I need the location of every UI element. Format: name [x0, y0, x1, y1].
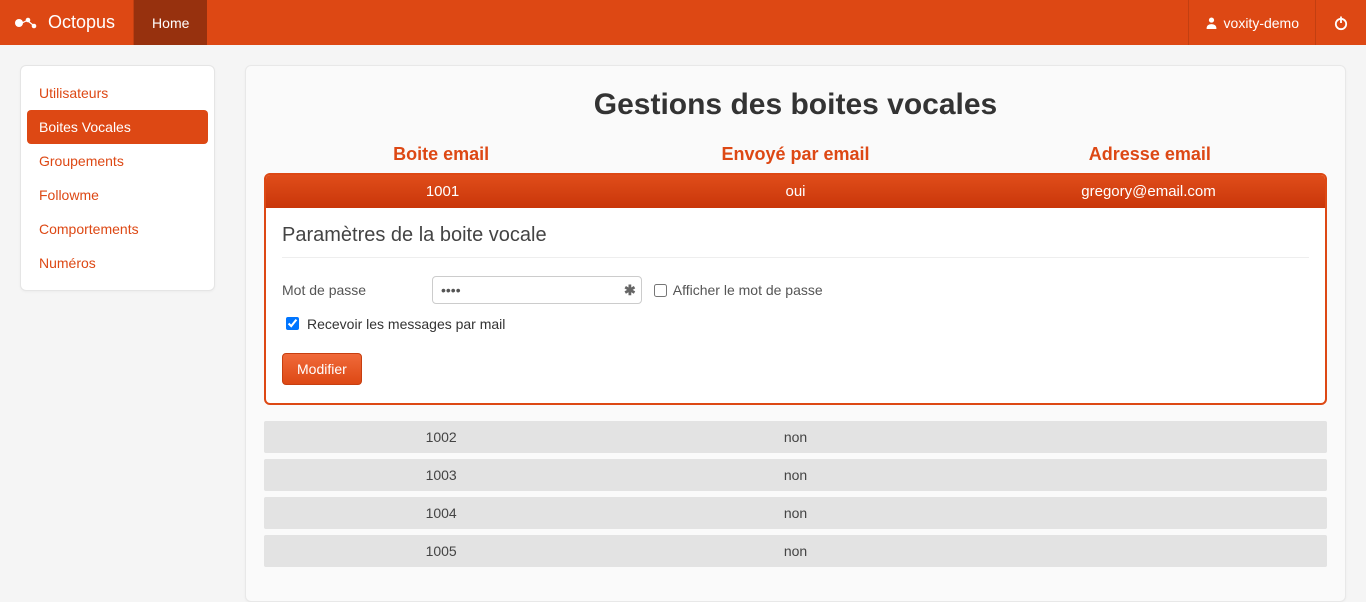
voicemail-settings-body: Paramètres de la boite vocale Mot de pas…	[266, 208, 1325, 403]
voicemail-cell-box: 1002	[264, 421, 618, 453]
modify-button-label: Modifier	[297, 361, 347, 377]
voicemail-rows: 1002non1003non1004non1005non	[264, 421, 1327, 567]
selected-box: 1001	[266, 175, 619, 208]
show-password-wrapper[interactable]: Afficher le mot de passe	[650, 281, 823, 300]
voicemail-cell-address	[973, 497, 1327, 529]
voicemail-cell-address	[973, 535, 1327, 567]
nav-home[interactable]: Home	[134, 0, 207, 45]
header-sent: Envoyé par email	[618, 144, 972, 165]
voicemail-cell-sent: non	[618, 497, 972, 529]
password-row: Mot de passe ✱ Afficher le mot de passe	[282, 276, 1309, 304]
brand-label: Octopus	[48, 12, 115, 33]
voicemail-cell-box: 1003	[264, 459, 618, 491]
selected-address: gregory@email.com	[972, 175, 1325, 208]
navbar-spacer	[207, 0, 1187, 45]
power-icon	[1333, 15, 1349, 31]
column-headers: Boite email Envoyé par email Adresse ema…	[264, 144, 1327, 165]
selected-sent: oui	[619, 175, 972, 208]
voicemail-cell-box: 1005	[264, 535, 618, 567]
header-box: Boite email	[264, 144, 618, 165]
voicemail-row[interactable]: 1005non	[264, 535, 1327, 567]
main-panel: Gestions des boites vocales Boite email …	[245, 65, 1346, 602]
brand-logo-icon	[14, 14, 40, 32]
voicemail-cell-sent: non	[618, 421, 972, 453]
sidebar-item-followme[interactable]: Followme	[21, 178, 214, 212]
voicemail-cell-sent: non	[618, 535, 972, 567]
voicemail-row[interactable]: 1002non	[264, 421, 1327, 453]
show-password-checkbox[interactable]	[654, 284, 667, 297]
voicemail-row[interactable]: 1004non	[264, 497, 1327, 529]
voicemail-cell-box: 1004	[264, 497, 618, 529]
password-label: Mot de passe	[282, 282, 432, 298]
nav-home-label: Home	[152, 15, 189, 31]
nav-user[interactable]: voxity-demo	[1188, 0, 1316, 45]
modify-button[interactable]: Modifier	[282, 353, 362, 385]
password-input[interactable]	[432, 276, 642, 304]
sidebar-item-comportements[interactable]: Comportements	[21, 212, 214, 246]
voicemail-row[interactable]: 1003non	[264, 459, 1327, 491]
receive-mail-checkbox[interactable]	[286, 317, 299, 330]
selected-voicemail-panel: 1001 oui gregory@email.com Paramètres de…	[264, 173, 1327, 405]
sidebar-item-boites-vocales[interactable]: Boites Vocales	[27, 110, 208, 144]
sidebar-item-utilisateurs[interactable]: Utilisateurs	[21, 76, 214, 110]
voicemail-cell-address	[973, 421, 1327, 453]
voicemail-settings-title: Paramètres de la boite vocale	[282, 224, 1309, 258]
page-title: Gestions des boites vocales	[264, 88, 1327, 122]
sidebar: UtilisateursBoites VocalesGroupementsFol…	[20, 65, 215, 291]
user-icon	[1205, 16, 1218, 29]
voicemail-cell-sent: non	[618, 459, 972, 491]
selected-voicemail-row[interactable]: 1001 oui gregory@email.com	[266, 175, 1325, 208]
nav-power-button[interactable]	[1316, 0, 1366, 45]
sidebar-item-groupements[interactable]: Groupements	[21, 144, 214, 178]
brand[interactable]: Octopus	[0, 0, 134, 45]
voicemail-cell-address	[973, 459, 1327, 491]
top-navbar: Octopus Home voxity-demo	[0, 0, 1366, 45]
header-address: Adresse email	[973, 144, 1327, 165]
sidebar-item-numéros[interactable]: Numéros	[21, 246, 214, 280]
receive-mail-row: Recevoir les messages par mail	[282, 314, 1309, 333]
show-password-label: Afficher le mot de passe	[673, 282, 823, 298]
receive-mail-label: Recevoir les messages par mail	[307, 316, 505, 332]
nav-user-label: voxity-demo	[1224, 15, 1299, 31]
